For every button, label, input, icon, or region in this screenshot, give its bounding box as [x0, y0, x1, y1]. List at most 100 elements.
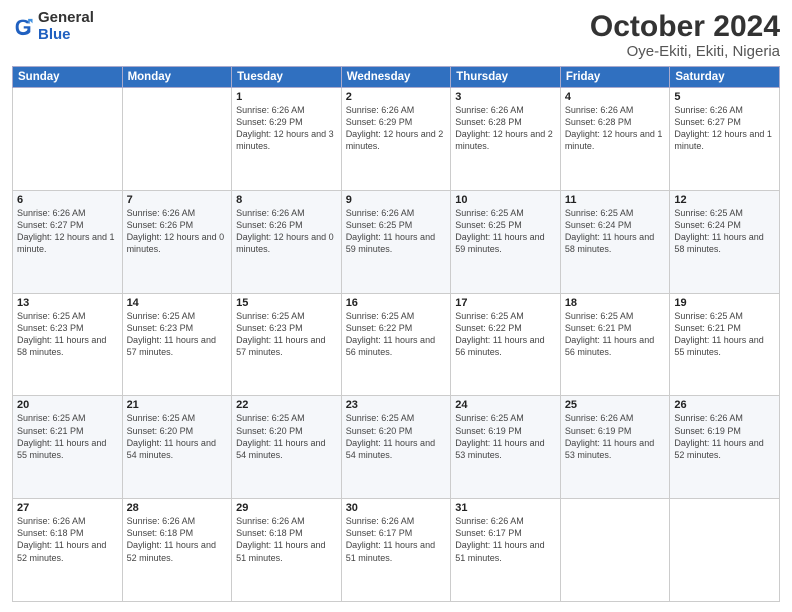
day-number: 9: [346, 194, 447, 206]
day-info: Sunrise: 6:26 AM Sunset: 6:29 PM Dayligh…: [236, 104, 337, 153]
day-number: 22: [236, 399, 337, 411]
day-info: Sunrise: 6:25 AM Sunset: 6:21 PM Dayligh…: [17, 412, 118, 461]
weekday-header-row: Sunday Monday Tuesday Wednesday Thursday…: [13, 67, 780, 88]
calendar-cell: [560, 499, 670, 602]
day-number: 21: [127, 399, 228, 411]
calendar-cell: 17Sunrise: 6:25 AM Sunset: 6:22 PM Dayli…: [451, 293, 561, 396]
day-number: 7: [127, 194, 228, 206]
day-number: 4: [565, 91, 666, 103]
header-friday: Friday: [560, 67, 670, 88]
day-info: Sunrise: 6:26 AM Sunset: 6:19 PM Dayligh…: [674, 412, 775, 461]
day-number: 3: [455, 91, 556, 103]
day-info: Sunrise: 6:25 AM Sunset: 6:23 PM Dayligh…: [17, 310, 118, 359]
day-info: Sunrise: 6:26 AM Sunset: 6:28 PM Dayligh…: [455, 104, 556, 153]
day-number: 12: [674, 194, 775, 206]
calendar-week-2: 6Sunrise: 6:26 AM Sunset: 6:27 PM Daylig…: [13, 190, 780, 293]
calendar-cell: 28Sunrise: 6:26 AM Sunset: 6:18 PM Dayli…: [122, 499, 232, 602]
calendar-cell: 6Sunrise: 6:26 AM Sunset: 6:27 PM Daylig…: [13, 190, 123, 293]
day-number: 24: [455, 399, 556, 411]
day-info: Sunrise: 6:25 AM Sunset: 6:20 PM Dayligh…: [346, 412, 447, 461]
header-saturday: Saturday: [670, 67, 780, 88]
day-info: Sunrise: 6:26 AM Sunset: 6:27 PM Dayligh…: [674, 104, 775, 153]
calendar-cell: 2Sunrise: 6:26 AM Sunset: 6:29 PM Daylig…: [341, 88, 451, 191]
calendar-cell: 10Sunrise: 6:25 AM Sunset: 6:25 PM Dayli…: [451, 190, 561, 293]
calendar-cell: 24Sunrise: 6:25 AM Sunset: 6:19 PM Dayli…: [451, 396, 561, 499]
day-info: Sunrise: 6:26 AM Sunset: 6:28 PM Dayligh…: [565, 104, 666, 153]
calendar-cell: 20Sunrise: 6:25 AM Sunset: 6:21 PM Dayli…: [13, 396, 123, 499]
calendar-cell: 15Sunrise: 6:25 AM Sunset: 6:23 PM Dayli…: [232, 293, 342, 396]
header-wednesday: Wednesday: [341, 67, 451, 88]
calendar-table: Sunday Monday Tuesday Wednesday Thursday…: [12, 66, 780, 602]
main-container: General Blue October 2024 Oye-Ekiti, Eki…: [0, 0, 792, 612]
day-number: 31: [455, 502, 556, 514]
calendar-cell: 31Sunrise: 6:26 AM Sunset: 6:17 PM Dayli…: [451, 499, 561, 602]
day-info: Sunrise: 6:26 AM Sunset: 6:26 PM Dayligh…: [127, 207, 228, 256]
day-info: Sunrise: 6:25 AM Sunset: 6:23 PM Dayligh…: [236, 310, 337, 359]
calendar-cell: 21Sunrise: 6:25 AM Sunset: 6:20 PM Dayli…: [122, 396, 232, 499]
day-number: 6: [17, 194, 118, 206]
calendar-cell: 19Sunrise: 6:25 AM Sunset: 6:21 PM Dayli…: [670, 293, 780, 396]
day-number: 18: [565, 297, 666, 309]
day-info: Sunrise: 6:26 AM Sunset: 6:25 PM Dayligh…: [346, 207, 447, 256]
calendar-cell: 29Sunrise: 6:26 AM Sunset: 6:18 PM Dayli…: [232, 499, 342, 602]
day-info: Sunrise: 6:26 AM Sunset: 6:18 PM Dayligh…: [236, 515, 337, 564]
calendar-cell: 26Sunrise: 6:26 AM Sunset: 6:19 PM Dayli…: [670, 396, 780, 499]
header-thursday: Thursday: [451, 67, 561, 88]
day-number: 25: [565, 399, 666, 411]
header-monday: Monday: [122, 67, 232, 88]
calendar-cell: 23Sunrise: 6:25 AM Sunset: 6:20 PM Dayli…: [341, 396, 451, 499]
calendar-cell: 5Sunrise: 6:26 AM Sunset: 6:27 PM Daylig…: [670, 88, 780, 191]
day-number: 15: [236, 297, 337, 309]
header: General Blue October 2024 Oye-Ekiti, Eki…: [12, 10, 780, 60]
day-info: Sunrise: 6:26 AM Sunset: 6:18 PM Dayligh…: [127, 515, 228, 564]
header-tuesday: Tuesday: [232, 67, 342, 88]
calendar-cell: 4Sunrise: 6:26 AM Sunset: 6:28 PM Daylig…: [560, 88, 670, 191]
calendar-cell: [13, 88, 123, 191]
calendar-cell: 13Sunrise: 6:25 AM Sunset: 6:23 PM Dayli…: [13, 293, 123, 396]
calendar-cell: 8Sunrise: 6:26 AM Sunset: 6:26 PM Daylig…: [232, 190, 342, 293]
calendar-cell: 14Sunrise: 6:25 AM Sunset: 6:23 PM Dayli…: [122, 293, 232, 396]
calendar-cell: [122, 88, 232, 191]
day-number: 16: [346, 297, 447, 309]
day-info: Sunrise: 6:25 AM Sunset: 6:20 PM Dayligh…: [127, 412, 228, 461]
day-info: Sunrise: 6:25 AM Sunset: 6:22 PM Dayligh…: [346, 310, 447, 359]
day-info: Sunrise: 6:25 AM Sunset: 6:24 PM Dayligh…: [674, 207, 775, 256]
day-number: 1: [236, 91, 337, 103]
day-info: Sunrise: 6:26 AM Sunset: 6:19 PM Dayligh…: [565, 412, 666, 461]
day-info: Sunrise: 6:25 AM Sunset: 6:20 PM Dayligh…: [236, 412, 337, 461]
day-number: 28: [127, 502, 228, 514]
day-info: Sunrise: 6:26 AM Sunset: 6:27 PM Dayligh…: [17, 207, 118, 256]
day-number: 29: [236, 502, 337, 514]
calendar-week-1: 1Sunrise: 6:26 AM Sunset: 6:29 PM Daylig…: [13, 88, 780, 191]
day-number: 14: [127, 297, 228, 309]
calendar-cell: 1Sunrise: 6:26 AM Sunset: 6:29 PM Daylig…: [232, 88, 342, 191]
calendar-cell: 27Sunrise: 6:26 AM Sunset: 6:18 PM Dayli…: [13, 499, 123, 602]
day-info: Sunrise: 6:25 AM Sunset: 6:19 PM Dayligh…: [455, 412, 556, 461]
calendar-cell: 7Sunrise: 6:26 AM Sunset: 6:26 PM Daylig…: [122, 190, 232, 293]
header-sunday: Sunday: [13, 67, 123, 88]
calendar-cell: 25Sunrise: 6:26 AM Sunset: 6:19 PM Dayli…: [560, 396, 670, 499]
logo-text: General Blue: [38, 10, 94, 43]
day-info: Sunrise: 6:26 AM Sunset: 6:17 PM Dayligh…: [346, 515, 447, 564]
day-number: 10: [455, 194, 556, 206]
day-info: Sunrise: 6:25 AM Sunset: 6:24 PM Dayligh…: [565, 207, 666, 256]
day-number: 26: [674, 399, 775, 411]
day-number: 11: [565, 194, 666, 206]
location-title: Oye-Ekiti, Ekiti, Nigeria: [590, 43, 780, 60]
calendar-cell: 11Sunrise: 6:25 AM Sunset: 6:24 PM Dayli…: [560, 190, 670, 293]
calendar-cell: 18Sunrise: 6:25 AM Sunset: 6:21 PM Dayli…: [560, 293, 670, 396]
logo-icon: [12, 16, 34, 38]
day-info: Sunrise: 6:26 AM Sunset: 6:29 PM Dayligh…: [346, 104, 447, 153]
day-info: Sunrise: 6:26 AM Sunset: 6:18 PM Dayligh…: [17, 515, 118, 564]
calendar-week-4: 20Sunrise: 6:25 AM Sunset: 6:21 PM Dayli…: [13, 396, 780, 499]
day-info: Sunrise: 6:25 AM Sunset: 6:22 PM Dayligh…: [455, 310, 556, 359]
day-number: 5: [674, 91, 775, 103]
day-info: Sunrise: 6:25 AM Sunset: 6:23 PM Dayligh…: [127, 310, 228, 359]
calendar-cell: 30Sunrise: 6:26 AM Sunset: 6:17 PM Dayli…: [341, 499, 451, 602]
day-number: 20: [17, 399, 118, 411]
month-title: October 2024: [590, 10, 780, 43]
logo: General Blue: [12, 10, 94, 43]
calendar-week-3: 13Sunrise: 6:25 AM Sunset: 6:23 PM Dayli…: [13, 293, 780, 396]
calendar-cell: [670, 499, 780, 602]
calendar-cell: 16Sunrise: 6:25 AM Sunset: 6:22 PM Dayli…: [341, 293, 451, 396]
